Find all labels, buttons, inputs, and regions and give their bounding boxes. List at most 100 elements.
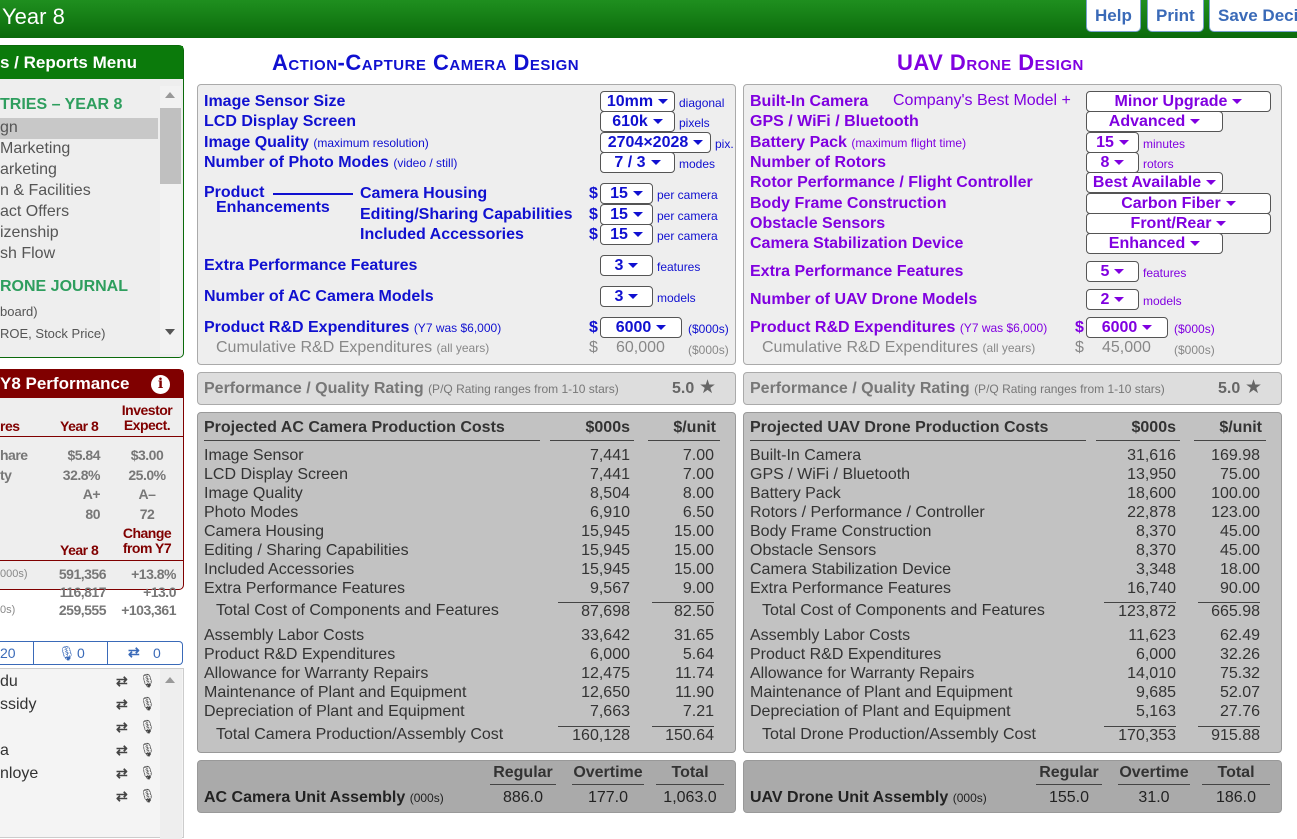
print-button[interactable]: Print	[1147, 0, 1204, 32]
cost-000s: 13,950	[1127, 466, 1176, 483]
help-button[interactable]: Help	[1086, 0, 1141, 32]
cost-000s: 15,945	[581, 542, 630, 559]
cost-label: Battery Pack	[750, 485, 841, 502]
option-dropdown[interactable]: Front/Rear	[1086, 213, 1271, 234]
person-name[interactable]: du	[0, 673, 18, 691]
mic-icon[interactable]: 🎙	[139, 696, 156, 712]
scroll-thumb[interactable]	[160, 108, 181, 184]
option-dropdown[interactable]: 2704×2028	[600, 132, 711, 153]
option-dropdown[interactable]: 6000	[600, 317, 682, 338]
option-dropdown[interactable]: Best Available	[1086, 172, 1223, 193]
people-scrollbar[interactable]	[160, 669, 182, 839]
mic-icon[interactable]: 🎙	[58, 645, 76, 662]
option-dropdown[interactable]: 3	[600, 255, 653, 276]
retweet-icon[interactable]: ⇄	[128, 644, 140, 661]
retweet-icon[interactable]: ⇄	[116, 673, 128, 690]
option-dropdown[interactable]: 2	[1086, 289, 1139, 310]
scroll-up-icon[interactable]	[165, 92, 175, 98]
cost-label: Extra Performance Features	[204, 580, 405, 597]
person-name[interactable]: ssidy	[0, 696, 36, 714]
option-label: Camera Stabilization Device	[750, 235, 964, 252]
option-dropdown[interactable]: 8	[1086, 152, 1139, 173]
option-dropdown[interactable]: Advanced	[1086, 111, 1223, 132]
info-icon[interactable]: i	[151, 375, 170, 394]
perf-year8: A+	[82, 486, 101, 502]
unit-label: ($000s)	[1174, 343, 1215, 357]
page-title: Year 8	[2, 4, 65, 29]
person-name[interactable]: nloye	[0, 765, 38, 783]
option-dropdown[interactable]: Enhanced	[1086, 233, 1223, 254]
option-dropdown[interactable]: 10mm	[600, 91, 675, 112]
option-dropdown[interactable]: Carbon Fiber	[1086, 193, 1271, 214]
menu-item[interactable]: Marketing	[0, 139, 158, 160]
scroll-up-icon[interactable]	[165, 677, 175, 683]
option-dropdown[interactable]: 15	[1086, 132, 1139, 153]
option-dropdown[interactable]: 3	[600, 286, 653, 307]
journal-item[interactable]: ROE, Stock Price)	[0, 326, 105, 341]
perf-year8: 32.8%	[62, 466, 101, 483]
menu-item[interactable]: n & Facilities	[0, 181, 158, 202]
label-text: Image Quality	[204, 134, 309, 151]
save-decisions-button[interactable]: Save Deci	[1209, 0, 1297, 32]
assembly-col-header: Overtime	[572, 764, 644, 785]
option-label: Body Frame Construction	[750, 195, 947, 212]
retweet-icon[interactable]: ⇄	[116, 742, 128, 759]
cost-unit: 150.64	[652, 726, 714, 745]
enhancement-dropdown[interactable]: 15	[600, 224, 653, 245]
retweet-icon[interactable]: ⇄	[116, 788, 128, 805]
cost-000s: 7,441	[589, 466, 630, 483]
mic-icon[interactable]: 🎙	[139, 788, 156, 804]
mic-icon[interactable]: 🎙	[139, 742, 156, 758]
option-dropdown[interactable]: Minor Upgrade	[1086, 91, 1271, 112]
option-dropdown[interactable]: 7 / 3	[600, 152, 675, 173]
unit-label: features	[657, 260, 701, 274]
menu-scrollbar[interactable]	[160, 86, 181, 354]
mic-icon[interactable]: 🎙	[139, 673, 156, 689]
post-count[interactable]: 20	[0, 645, 16, 661]
cost-000s: 15,945	[581, 561, 630, 578]
menu-item[interactable]: arketing	[0, 160, 158, 181]
option-note: (maximum flight time)	[851, 136, 967, 150]
mic-count[interactable]: 0	[77, 645, 85, 661]
menu-item[interactable]: izenship	[0, 223, 158, 244]
retweet-count[interactable]: 0	[153, 645, 161, 661]
rating-label: Performance / Quality Rating (P/Q Rating…	[204, 380, 619, 398]
label-note: (all years)	[436, 341, 490, 355]
retweet-icon[interactable]: ⇄	[116, 719, 128, 736]
menu-title: s / Reports Menu	[0, 46, 183, 79]
option-label: Image Sensor Size	[204, 93, 346, 110]
label-text: Battery Pack	[750, 134, 847, 151]
journal-item[interactable]: board)	[0, 304, 38, 319]
enhancement-dropdown[interactable]: 15	[600, 183, 653, 204]
cost-label: GPS / WiFi / Bluetooth	[750, 466, 911, 483]
option-label: Rotor Performance / Flight Controller	[750, 174, 1033, 191]
menu-item[interactable]: gn	[0, 118, 158, 139]
cost-000s: 6,000	[1135, 646, 1176, 663]
cost-000s: 8,370	[1135, 523, 1176, 540]
mic-icon[interactable]: 🎙	[139, 765, 156, 781]
cost-000s: 6,000	[589, 646, 630, 663]
assembly-value: 155.0	[1048, 789, 1090, 806]
cost-unit: 15.00	[673, 561, 714, 578]
label-text: Performance / Quality Rating	[750, 380, 970, 397]
scroll-down-icon[interactable]	[165, 329, 175, 335]
enhancement-dropdown[interactable]: 15	[600, 203, 653, 225]
option-dropdown[interactable]: 610k	[600, 111, 675, 132]
cost-label: Extra Performance Features	[750, 580, 951, 597]
retweet-icon[interactable]: ⇄	[116, 765, 128, 782]
retweet-icon[interactable]: ⇄	[116, 696, 128, 713]
person-name[interactable]: a	[0, 742, 9, 760]
cost-000s: 12,650	[581, 684, 630, 701]
cost-unit: 100.00	[1211, 485, 1260, 502]
perf-label: ty	[0, 466, 12, 483]
cost-label: Camera Housing	[204, 523, 325, 540]
option-label: Number of Rotors	[750, 154, 886, 171]
label-text: Product R&D Expenditures	[750, 319, 956, 336]
mic-icon[interactable]: 🎙	[139, 719, 156, 735]
menu-item[interactable]: act Offers	[0, 202, 158, 223]
option-dropdown[interactable]: 6000	[1086, 317, 1168, 338]
perf-year8: 591,356	[58, 566, 107, 582]
menu-item[interactable]: sh Flow	[0, 244, 158, 265]
cost-unit: 75.32	[1219, 665, 1260, 682]
option-dropdown[interactable]: 5	[1086, 261, 1139, 282]
